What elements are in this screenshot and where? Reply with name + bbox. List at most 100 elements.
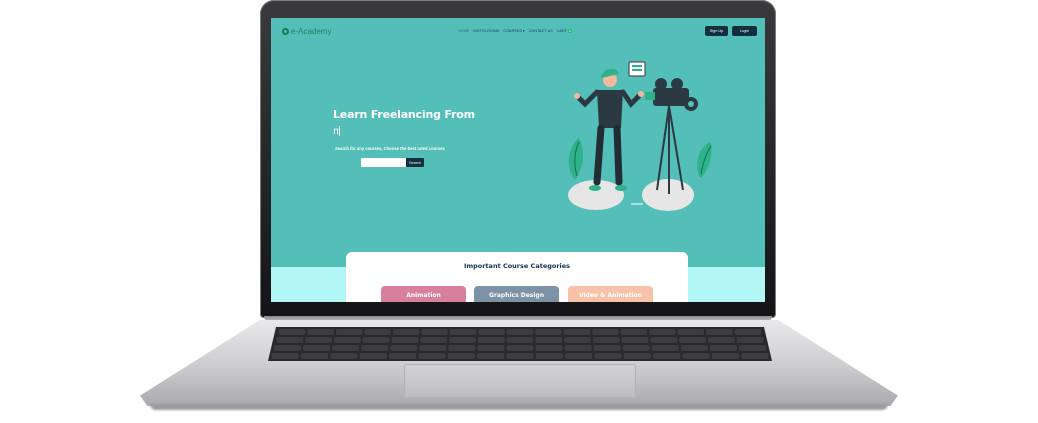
keyboard-key [623,353,652,359]
search-bar: Search [361,158,424,167]
keyboard-key [711,353,740,359]
keyboard-key [362,337,390,343]
search-input[interactable] [361,158,406,167]
hero-title: Learn Freelancing From [333,108,475,121]
keyboard-key [274,345,302,351]
keyboard-key [620,329,648,335]
category-label: Graphics Design [488,292,545,299]
keyboard-key [419,345,447,351]
keyboard-key [392,329,420,335]
main-nav: HOME INSTITUTIONS COURSES ▾ CONTACT US C… [458,29,572,33]
keyboard-key [506,353,534,359]
category-label: Video & Animation [578,292,643,299]
laptop-screen: e-Academy HOME INSTITUTIONS COURSES ▾ CO… [271,18,765,302]
keyboard-key [359,353,387,359]
keyboard-key [738,345,766,351]
keyboard-key [734,329,761,335]
cart-label: CART [556,29,567,33]
keyboard-key [592,329,619,335]
keyboard-key [621,337,649,343]
category-label: Animation [406,292,441,299]
keyboard-key [593,345,621,351]
keyboard-key [388,353,417,359]
nav-item-cart[interactable]: CART 0 [557,29,572,33]
search-button[interactable]: Search [406,158,424,167]
nav-item-institutions[interactable]: INSTITUTIONS [473,29,499,33]
categories-title: Important Course Categories [463,262,571,270]
keyboard-key [506,337,534,343]
keyboard-key [449,337,476,343]
person-figure-icon [574,68,644,191]
keyboard-key [477,345,505,351]
keyboard-key [564,345,592,351]
keyboard-key [649,329,676,335]
course-categories-card: Important Course Categories Animation Gr… [346,252,688,302]
login-button[interactable]: Login [732,26,757,36]
keyboard-key [476,353,505,359]
keyboard-key [420,337,448,343]
keyboard-key [449,329,477,335]
keyboard-key [421,329,448,335]
keyboard-key [736,337,764,343]
keyboard-key [477,337,505,343]
keyboard-key [535,345,563,351]
keyboard-key [650,337,678,343]
category-animation[interactable]: Animation [381,286,466,302]
laptop-foot-shadow [150,404,888,410]
keyboard-key [706,329,733,335]
keyboard-key [335,329,363,335]
keyboard-key [303,345,331,351]
keyboard-key [271,353,299,359]
keyboard-key [334,337,361,343]
keyboard-key [682,353,710,359]
hero-subtitle: Search for any courses, Choose the best … [335,146,445,151]
keyboard-key [279,329,306,335]
keyboard-key [622,345,650,351]
keyboard-key [653,353,681,359]
video-camera-icon [645,78,698,111]
nav-item-courses[interactable]: COURSES ▾ [503,29,524,33]
keyboard-key [448,345,476,351]
keyboard-key [300,353,329,359]
typed-text: n [333,126,341,137]
keyboard-key [565,353,593,359]
keyboard-key [651,345,679,351]
hero-illustration [568,61,712,211]
keyboard-key [332,345,360,351]
keyboard-key [535,353,564,359]
keyboard-key [680,345,708,351]
keyboard-key [709,345,737,351]
keyboard-key [447,353,475,359]
keyboard-key [276,337,304,343]
text-caret [339,126,341,136]
floating-card-icon [628,61,646,77]
keyboard-key [535,329,562,335]
keyboard-key [330,353,358,359]
keyboard-key [677,329,705,335]
keyboard-key [478,329,505,335]
keyboard-key [506,345,534,351]
keyboard-key [364,329,391,335]
keyboard-key [563,329,591,335]
category-video-animation[interactable]: Video & Animation [568,286,653,302]
keyboard-key [390,345,418,351]
keyboard-key [418,353,446,359]
logo-icon [282,28,289,35]
signup-button[interactable]: Sign Up [705,26,728,36]
keyboard-key [592,337,620,343]
site-logo[interactable]: e-Academy [282,27,331,36]
keyboard-key [564,337,591,343]
keyboard-key [391,337,419,343]
nav-item-contact[interactable]: CONTACT US [529,29,553,33]
keyboard-key [741,353,769,359]
keyboard-key [307,329,334,335]
keyboard-key [506,329,534,335]
cart-count-badge: 0 [567,29,572,33]
keyboard-key [594,353,622,359]
keyboard [268,327,772,361]
category-graphics-design[interactable]: Graphics Design [474,286,559,302]
logo-text: e-Academy [291,27,332,36]
keyboard-key [535,337,563,343]
nav-item-home[interactable]: HOME [458,29,469,33]
trackpad [404,364,636,398]
